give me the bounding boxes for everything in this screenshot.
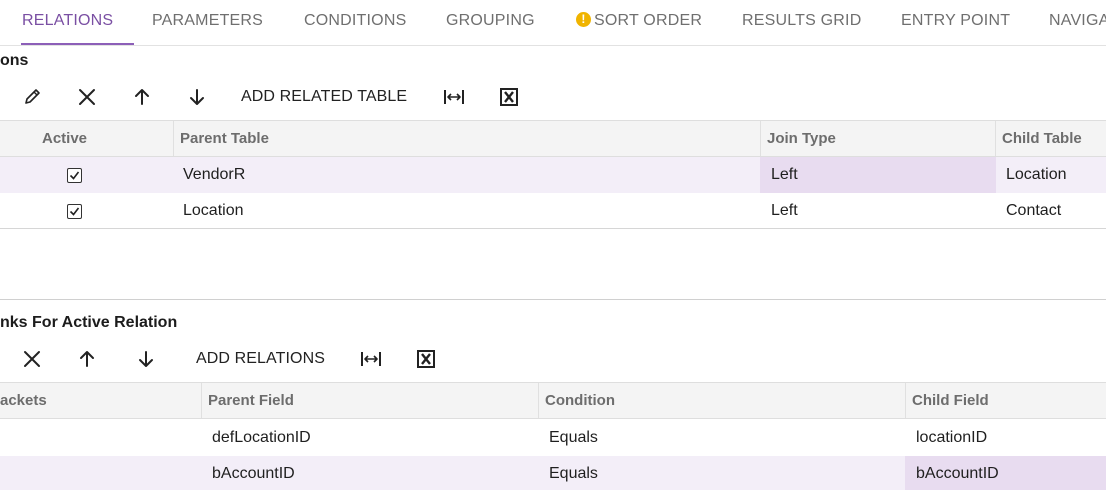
brackets-cell[interactable] bbox=[0, 420, 201, 456]
column-header-child-field[interactable]: Child Field bbox=[905, 383, 1106, 418]
tab-label: RESULTS GRID bbox=[742, 12, 862, 29]
join-type-cell[interactable]: Left bbox=[760, 157, 996, 193]
condition-cell[interactable]: Equals bbox=[538, 420, 905, 456]
grid-bottom-border bbox=[0, 228, 1106, 229]
parent-table-cell[interactable]: VendorR bbox=[172, 157, 760, 193]
move-down-button[interactable] bbox=[134, 348, 158, 370]
tab-parameters[interactable]: PARAMETERS bbox=[152, 0, 264, 45]
column-header-brackets[interactable]: ackets bbox=[0, 383, 202, 418]
parent-table-cell[interactable]: Location bbox=[172, 193, 760, 229]
active-checkbox[interactable] bbox=[67, 204, 82, 219]
tab-results-grid[interactable]: RESULTS GRID bbox=[742, 0, 862, 45]
table-row[interactable]: defLocationID Equals locationID bbox=[0, 420, 1106, 456]
move-down-icon bbox=[190, 89, 204, 105]
move-down-icon bbox=[139, 351, 153, 367]
tab-sort-order[interactable]: ! SORT ORDER bbox=[576, 0, 703, 45]
fit-columns-button[interactable] bbox=[359, 348, 383, 370]
parent-field-cell[interactable]: defLocationID bbox=[201, 420, 538, 456]
child-table-cell[interactable]: Location bbox=[995, 157, 1106, 193]
add-related-table-button[interactable]: ADD RELATED TABLE bbox=[241, 88, 407, 106]
column-header-parent-table[interactable]: Parent Table bbox=[173, 121, 761, 156]
move-down-button[interactable] bbox=[185, 86, 209, 108]
column-header-join-type[interactable]: Join Type bbox=[760, 121, 996, 156]
tab-label: ENTRY POINT bbox=[901, 12, 1011, 29]
links-section-title: nks For Active Relation bbox=[0, 314, 178, 331]
fit-columns-icon bbox=[361, 352, 381, 366]
links-grid-header: ackets Parent Field Condition Child Fiel… bbox=[0, 382, 1106, 419]
move-up-button[interactable] bbox=[130, 86, 154, 108]
tab-label: PARAMETERS bbox=[152, 12, 264, 29]
tab-entry-point[interactable]: ENTRY POINT bbox=[901, 0, 1011, 45]
export-excel-button[interactable] bbox=[414, 348, 438, 370]
child-field-cell[interactable]: locationID bbox=[905, 420, 1106, 456]
delete-button[interactable] bbox=[20, 348, 44, 370]
move-up-button[interactable] bbox=[75, 348, 99, 370]
brackets-cell[interactable] bbox=[0, 456, 201, 490]
warning-icon: ! bbox=[576, 12, 591, 27]
move-up-icon bbox=[80, 351, 94, 367]
child-table-cell[interactable]: Contact bbox=[995, 193, 1106, 229]
delete-button[interactable] bbox=[75, 86, 99, 108]
table-row[interactable]: bAccountID Equals bAccountID bbox=[0, 456, 1106, 490]
table-row[interactable]: VendorR Left Location bbox=[0, 157, 1106, 193]
tab-label: NAVIGA bbox=[1049, 12, 1106, 29]
edit-icon bbox=[25, 89, 40, 104]
table-row[interactable]: Location Left Contact bbox=[0, 193, 1106, 229]
move-up-icon bbox=[135, 89, 149, 105]
parent-field-cell[interactable]: bAccountID bbox=[201, 456, 538, 490]
tab-label: RELATIONS bbox=[22, 12, 114, 29]
tab-navigation[interactable]: NAVIGA bbox=[1049, 0, 1106, 45]
tab-label: GROUPING bbox=[446, 12, 535, 29]
export-excel-icon bbox=[500, 88, 518, 106]
fit-columns-button[interactable] bbox=[442, 86, 466, 108]
column-header-child-table[interactable]: Child Table bbox=[995, 121, 1106, 156]
delete-icon bbox=[24, 351, 40, 367]
fit-columns-icon bbox=[444, 90, 464, 104]
delete-icon bbox=[79, 89, 95, 105]
relations-grid-header: Active Parent Table Join Type Child Tabl… bbox=[0, 120, 1106, 157]
column-header-parent-field[interactable]: Parent Field bbox=[201, 383, 539, 418]
tab-conditions[interactable]: CONDITIONS bbox=[304, 0, 407, 45]
child-field-cell[interactable]: bAccountID bbox=[905, 456, 1106, 490]
tab-grouping[interactable]: GROUPING bbox=[446, 0, 535, 45]
add-relations-button[interactable]: ADD RELATIONS bbox=[196, 350, 325, 368]
column-header-active[interactable]: Active bbox=[0, 121, 173, 156]
checkmark-icon bbox=[69, 207, 80, 216]
tab-relations[interactable]: RELATIONS bbox=[20, 0, 135, 45]
tab-label: CONDITIONS bbox=[304, 12, 407, 29]
column-header-condition[interactable]: Condition bbox=[538, 383, 906, 418]
condition-cell[interactable]: Equals bbox=[538, 456, 905, 490]
export-excel-icon bbox=[417, 350, 435, 368]
join-type-cell[interactable]: Left bbox=[760, 193, 996, 229]
export-excel-button[interactable] bbox=[497, 86, 521, 108]
active-checkbox[interactable] bbox=[67, 168, 82, 183]
tab-label: SORT ORDER bbox=[594, 12, 703, 29]
tab-bar: RELATIONS PARAMETERS CONDITIONS GROUPING… bbox=[0, 0, 1106, 46]
section-divider bbox=[0, 299, 1106, 300]
checkmark-icon bbox=[69, 171, 80, 180]
edit-button[interactable] bbox=[20, 86, 44, 108]
relations-section-title: ons bbox=[0, 52, 29, 69]
